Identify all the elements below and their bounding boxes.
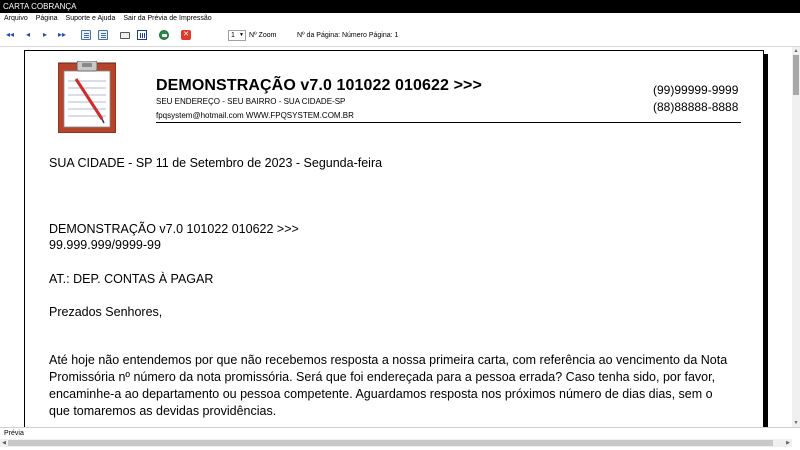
export-icon[interactable]	[137, 30, 147, 40]
close-preview-icon[interactable]: ✕	[181, 30, 191, 40]
toolbar: ◂◂ ◂ ▸ ▸▸ ✕ 1 ▼ Nº Zoom Nº da Página: Nú…	[0, 25, 800, 47]
single-page-icon[interactable]	[81, 30, 91, 40]
first-page-icon[interactable]: ◂◂	[5, 30, 15, 40]
printer-icon[interactable]	[120, 32, 130, 39]
phone-primary: (99)99999-9999	[653, 83, 739, 97]
page-select[interactable]: 1 ▼	[228, 30, 246, 41]
window-title: CARTA COBRANÇA	[3, 2, 77, 11]
scroll-left-icon[interactable]: ◀	[0, 439, 8, 447]
date-line: SUA CIDADE - SP 11 de Setembro de 2023 -…	[49, 156, 383, 170]
next-page-icon[interactable]: ▸	[40, 30, 50, 40]
phone-secondary: (88)88888-8888	[653, 100, 739, 114]
status-text: Prévia	[4, 430, 24, 437]
last-page-icon[interactable]: ▸▸	[57, 30, 67, 40]
company-email-site: fpqsystem@hotmail.com WWW.FPQSYSTEM.COM.…	[156, 111, 354, 120]
preview-viewport[interactable]: DEMONSTRAÇÃO v7.0 101022 010622 >>> SEU …	[0, 47, 792, 427]
horizontal-scrollbar[interactable]: ◀ ▶	[0, 439, 792, 447]
menu-arquivo[interactable]: Arquivo	[0, 13, 32, 25]
previous-page-icon[interactable]: ◂	[23, 30, 33, 40]
title-bar: CARTA COBRANÇA	[0, 0, 800, 13]
letter-body: Até hoje não entendemos por que não rece…	[49, 353, 728, 418]
recipient-name: DEMONSTRAÇÃO v7.0 101022 010622 >>>	[49, 222, 299, 236]
vertical-scrollbar[interactable]: ▲ ▼	[792, 47, 800, 427]
scroll-down-icon[interactable]: ▼	[792, 419, 800, 427]
email-icon[interactable]	[159, 30, 169, 40]
recipient-document: 99.999.999/9999-99	[49, 238, 161, 252]
zoom-label: Nº Zoom	[249, 32, 277, 39]
page-select-value: 1	[231, 32, 235, 39]
greeting: Prezados Senhores,	[49, 305, 163, 319]
menu-pagina[interactable]: Página	[32, 13, 62, 25]
horizontal-scroll-thumb[interactable]	[8, 440, 773, 446]
menu-bar: Arquivo Página Suporte e Ajuda Sair da P…	[0, 13, 800, 25]
header-divider	[156, 122, 741, 123]
scroll-up-icon[interactable]: ▲	[792, 47, 800, 55]
menu-sair-previa[interactable]: Sair da Prévia de Impressão	[119, 13, 215, 25]
multi-page-icon[interactable]	[98, 30, 108, 40]
attention-line: AT.: DEP. CONTAS À PAGAR	[49, 272, 214, 286]
scroll-right-icon[interactable]: ▶	[784, 439, 792, 447]
company-address: SEU ENDEREÇO - SEU BAIRRO - SUA CIDADE-S…	[156, 97, 346, 106]
vertical-scroll-thumb[interactable]	[793, 55, 799, 95]
company-name: DEMONSTRAÇÃO v7.0 101022 010622 >>>	[156, 77, 482, 94]
page-info-label: Nº da Página: Número Página: 1	[297, 32, 399, 39]
menu-suporte-ajuda[interactable]: Suporte e Ajuda	[62, 13, 120, 25]
clipboard-logo-icon	[58, 61, 116, 133]
letter-page: DEMONSTRAÇÃO v7.0 101022 010622 >>> SEU …	[24, 50, 764, 427]
chevron-down-icon: ▼	[239, 32, 244, 38]
